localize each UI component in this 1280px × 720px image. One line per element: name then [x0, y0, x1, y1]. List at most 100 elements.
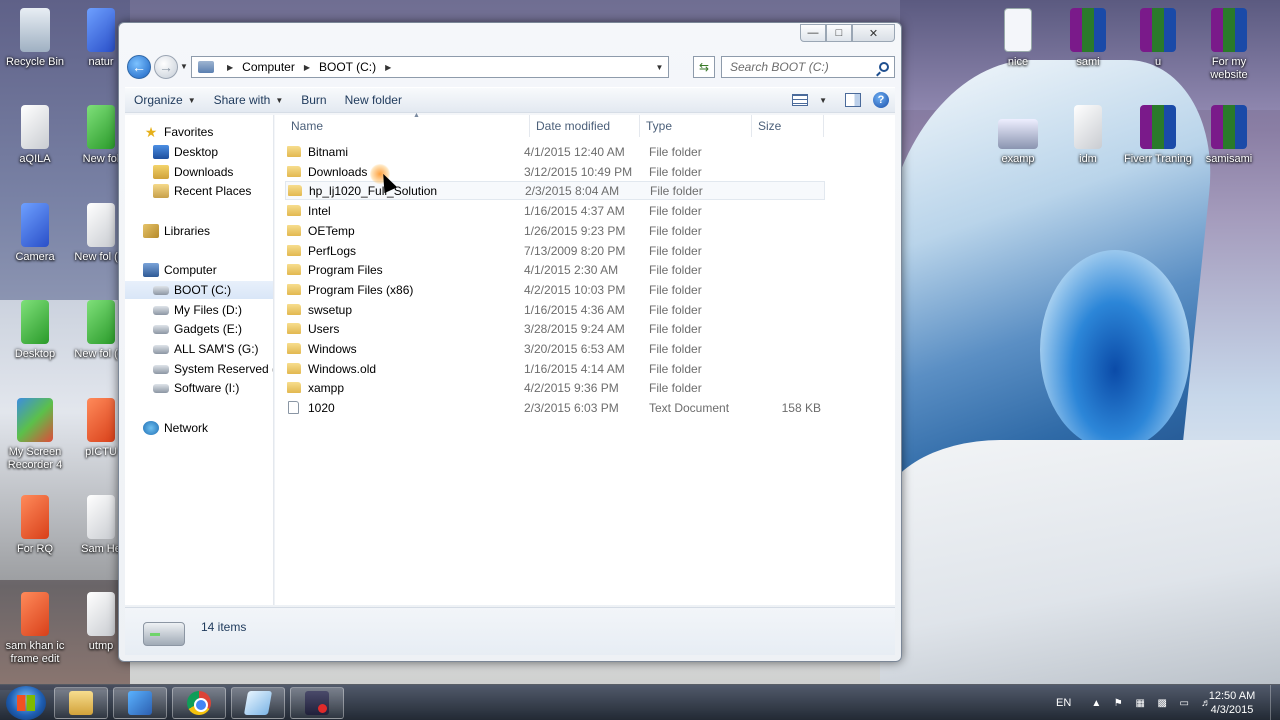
action-center-icon[interactable]: ⚑: [1111, 696, 1125, 710]
taskbar-notepad[interactable]: [231, 687, 285, 719]
nav-drive-i[interactable]: Software (I:): [125, 379, 273, 397]
desktop-icon-folder[interactable]: aQILA: [0, 105, 70, 166]
nav-drive-h[interactable]: System Reserved (H:: [125, 360, 273, 378]
forward-button[interactable]: →: [154, 55, 178, 79]
file-name: swsetup: [308, 302, 353, 317]
organize-button[interactable]: Organize ▼: [125, 89, 205, 111]
file-date-modified: 7/13/2009 8:20 PM: [524, 243, 626, 258]
refresh-button[interactable]: ⇆: [693, 56, 715, 78]
file-row[interactable]: Downloads 3/12/2015 10:49 PM File folder: [285, 162, 825, 181]
nav-favorites[interactable]: ★ Favorites: [125, 123, 273, 141]
file-row[interactable]: 1020 2/3/2015 6:03 PM Text Document 158 KB: [285, 398, 825, 417]
show-hidden-icons-icon[interactable]: ▲: [1089, 696, 1103, 710]
desktop-icon-archive[interactable]: For my website: [1194, 8, 1264, 82]
close-icon: ✕: [868, 27, 879, 40]
file-size: 158 KB: [781, 400, 821, 415]
file-row[interactable]: Program Files 4/1/2015 2:30 AM File folder: [285, 260, 825, 279]
address-history-dropdown[interactable]: ▼: [650, 57, 668, 77]
column-header-date-modified[interactable]: Date modified: [530, 115, 640, 137]
folder-icon: [287, 225, 301, 236]
breadcrumb-boot-drive[interactable]: BOOT (C:): [319, 60, 376, 74]
file-row[interactable]: Bitnami 4/1/2015 12:40 AM File folder: [285, 142, 825, 161]
chevron-right-icon[interactable]: ▶: [385, 63, 391, 72]
show-desktop-button[interactable]: [1270, 685, 1280, 720]
file-row[interactable]: swsetup 1/16/2015 4:36 AM File folder: [285, 300, 825, 319]
file-row[interactable]: OETemp 1/26/2015 9:23 PM File folder: [285, 221, 825, 240]
recent-pages-dropdown[interactable]: ▼: [180, 62, 188, 71]
nav-libraries[interactable]: Libraries: [125, 222, 273, 240]
taskbar-chrome[interactable]: [172, 687, 226, 719]
refresh-icon: ⇆: [698, 60, 710, 74]
nav-computer[interactable]: Computer: [125, 261, 273, 279]
desktop-icon-exe[interactable]: examp: [983, 105, 1053, 166]
file-row[interactable]: Program Files (x86) 4/2/2015 10:03 PM File…: [285, 280, 825, 299]
chevron-right-icon[interactable]: ▶: [304, 63, 310, 72]
clock[interactable]: 12:50 AM 4/3/2015: [1200, 689, 1264, 717]
desktop-icon-mp3[interactable]: nice: [983, 8, 1053, 69]
taskbar-screen-recorder[interactable]: [290, 687, 344, 719]
burn-button[interactable]: Burn: [292, 89, 335, 111]
new-folder-button[interactable]: New folder: [336, 89, 411, 111]
preview-pane-icon[interactable]: [845, 93, 861, 107]
nav-drive-g[interactable]: ALL SAM'S (G:): [125, 340, 273, 358]
file-type: File folder: [649, 282, 702, 297]
close-button[interactable]: ✕: [852, 24, 895, 42]
column-header-type[interactable]: Type: [640, 115, 752, 137]
desktop-icon-screen-recorder[interactable]: My Screen Recorder 4: [0, 398, 70, 472]
desktop-icon-folder[interactable]: Camera: [0, 203, 70, 264]
desktop-icon-folder[interactable]: sam khan ic frame edit: [0, 592, 70, 666]
maximize-button[interactable]: □: [826, 24, 852, 42]
view-options-dropdown[interactable]: ▼: [808, 89, 827, 111]
desktop-icon-archive[interactable]: sami: [1053, 8, 1123, 69]
desktop-icon-archive[interactable]: samisami: [1194, 105, 1264, 166]
network-status-icon[interactable]: ▩: [1155, 696, 1169, 710]
search-input[interactable]: [730, 60, 870, 74]
explorer-window[interactable]: — □ ✕ ← → ▼ ▶ Computer ▶ BOOT (C:) ▶ ▼ ⇆: [118, 22, 902, 662]
desktop-icon: [153, 145, 169, 159]
nav-desktop[interactable]: Desktop: [125, 143, 273, 161]
file-name: Users: [308, 321, 340, 336]
title-bar[interactable]: — □ ✕: [119, 23, 901, 49]
back-button[interactable]: ←: [127, 55, 151, 79]
taskbar-control-panel[interactable]: [113, 687, 167, 719]
file-name: hp_lj1020_Full_Solution: [309, 183, 438, 198]
nav-drive-boot[interactable]: BOOT (C:): [125, 281, 273, 299]
column-header-size[interactable]: Size: [752, 115, 824, 137]
file-row[interactable]: Windows.old 1/16/2015 4:14 AM File folder: [285, 359, 825, 378]
share-with-button[interactable]: Share with ▼: [205, 89, 293, 111]
chevron-right-icon[interactable]: ▶: [227, 63, 233, 72]
navigation-bar: ← → ▼ ▶ Computer ▶ BOOT (C:) ▶ ▼ ⇆: [127, 54, 895, 82]
file-row[interactable]: Windows 3/20/2015 6:53 AM File folder: [285, 339, 825, 358]
breadcrumb-computer[interactable]: Computer: [242, 60, 295, 74]
app-tray-icon[interactable]: ▦: [1133, 696, 1147, 710]
nav-recent-places[interactable]: Recent Places: [125, 182, 273, 200]
file-name: Program Files: [308, 262, 383, 277]
taskbar-explorer[interactable]: [54, 687, 108, 719]
file-row[interactable]: PerfLogs 7/13/2009 8:20 PM File folder: [285, 241, 825, 260]
column-header-name[interactable]: Name ▲: [285, 112, 530, 137]
file-row[interactable]: xampp 4/2/2015 9:36 PM File folder: [285, 378, 825, 397]
folder-icon: [87, 592, 115, 636]
search-box[interactable]: [721, 56, 895, 78]
view-details-icon[interactable]: [792, 94, 809, 106]
start-button[interactable]: [6, 686, 46, 720]
desktop-icon-folder[interactable]: Desktop: [0, 300, 70, 361]
rar-archive-icon: [1140, 8, 1176, 52]
minimize-button[interactable]: —: [800, 24, 826, 42]
desktop-icon-folder[interactable]: For RQ: [0, 495, 70, 556]
file-row[interactable]: hp_lj1020_Full_Solution 2/3/2015 8:04 AM F…: [285, 181, 825, 200]
nav-drive-e[interactable]: Gadgets (E:): [125, 320, 273, 338]
help-icon[interactable]: ?: [873, 92, 889, 108]
desktop-icon-recycle-bin[interactable]: Recycle Bin: [0, 8, 70, 69]
address-bar[interactable]: ▶ Computer ▶ BOOT (C:) ▶ ▼: [191, 56, 669, 78]
nav-drive-d[interactable]: My Files (D:): [125, 301, 273, 319]
language-indicator[interactable]: EN: [1056, 697, 1071, 709]
desktop-icon-folder[interactable]: idm: [1053, 105, 1123, 166]
nav-network[interactable]: Network: [125, 419, 273, 437]
power-icon[interactable]: ▭: [1177, 696, 1191, 710]
file-row[interactable]: Users 3/28/2015 9:24 AM File folder: [285, 319, 825, 338]
desktop-icon-archive[interactable]: u: [1123, 8, 1193, 69]
desktop-icon-archive[interactable]: Fiverr Traning: [1123, 105, 1193, 166]
nav-downloads[interactable]: Downloads: [125, 163, 273, 181]
file-row[interactable]: Intel 1/16/2015 4:37 AM File folder: [285, 201, 825, 220]
